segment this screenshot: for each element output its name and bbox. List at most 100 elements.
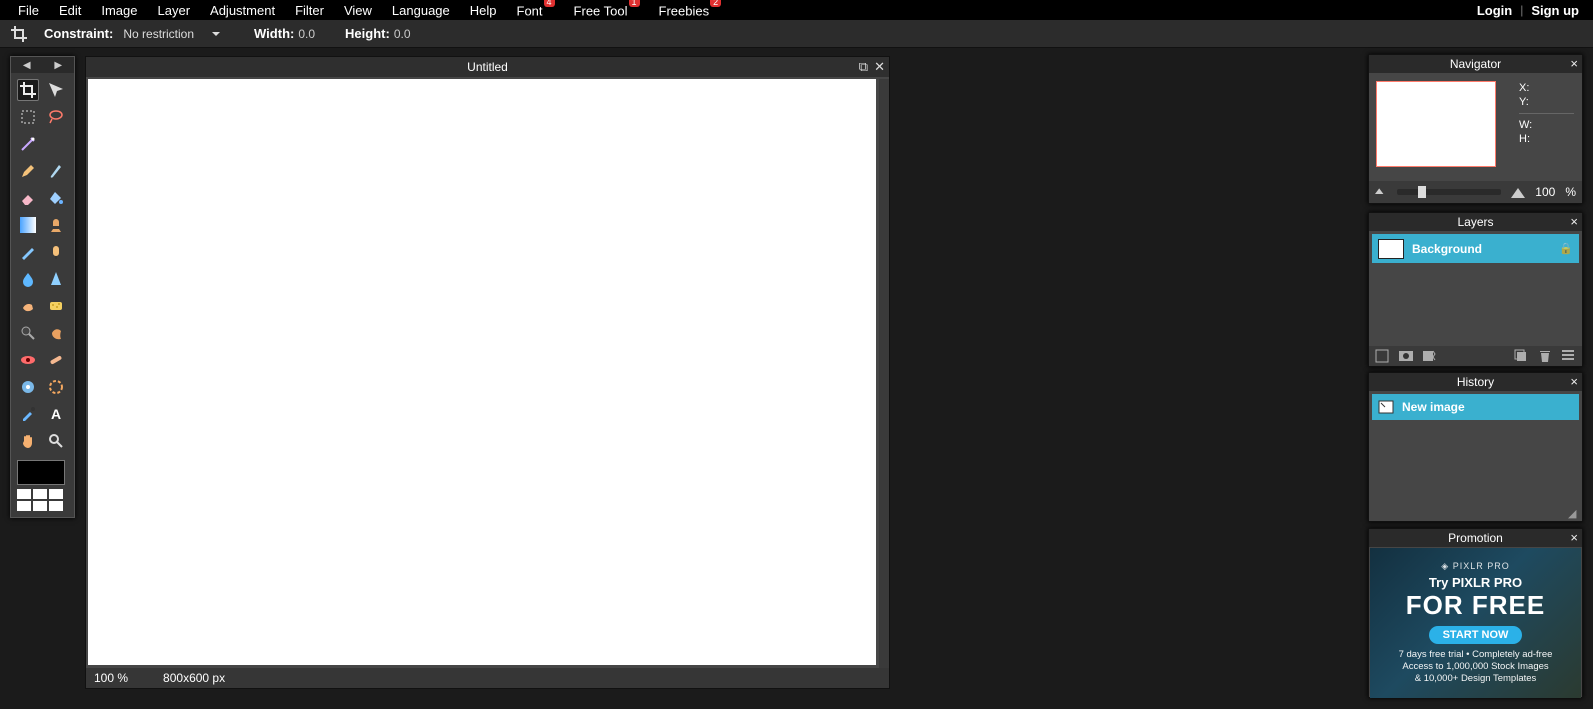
colorpicker-tool[interactable] bbox=[17, 403, 39, 425]
constraint-label: Constraint: bbox=[44, 26, 113, 41]
history-item[interactable]: New image bbox=[1372, 394, 1579, 420]
width-field[interactable]: 0.0 bbox=[298, 27, 315, 41]
height-field[interactable]: 0.0 bbox=[394, 27, 411, 41]
signup-link[interactable]: Sign up bbox=[1525, 3, 1585, 18]
sponge-tool[interactable] bbox=[45, 295, 67, 317]
canvas-dimensions: 800x600 px bbox=[163, 671, 225, 685]
trash-icon[interactable] bbox=[1538, 349, 1552, 363]
maximize-icon[interactable]: ⧉ bbox=[859, 59, 868, 75]
canvas-titlebar[interactable]: Untitled ⧉ ✕ bbox=[86, 57, 889, 77]
zoom-value: 100 bbox=[94, 671, 114, 685]
ad-line2: FOR FREE bbox=[1406, 590, 1545, 621]
panel-title: Layers bbox=[1457, 215, 1493, 229]
menu-edit[interactable]: Edit bbox=[49, 3, 91, 18]
separator: | bbox=[1518, 3, 1525, 17]
dodge-tool[interactable] bbox=[17, 322, 39, 344]
panel-title: Promotion bbox=[1448, 531, 1503, 545]
menu-filter[interactable]: Filter bbox=[285, 3, 334, 18]
smudge-tool[interactable] bbox=[17, 295, 39, 317]
menu-free-tool[interactable]: Free Tool1 bbox=[564, 2, 649, 18]
sharpen-tool[interactable] bbox=[45, 268, 67, 290]
toolbox-header[interactable]: ◀▶ bbox=[11, 57, 74, 73]
navigator-preview[interactable] bbox=[1376, 81, 1496, 167]
color-swatches[interactable] bbox=[17, 489, 68, 511]
eraser-tool[interactable] bbox=[17, 187, 39, 209]
zoom-slider[interactable] bbox=[1397, 189, 1501, 195]
menu-layer[interactable]: Layer bbox=[148, 3, 201, 18]
options-bar: Constraint: No restriction Width: 0.0 He… bbox=[0, 20, 1593, 48]
gradient-tool[interactable] bbox=[17, 214, 39, 236]
ad-small-1: 7 days free trial • Completely ad-free bbox=[1399, 649, 1553, 661]
close-icon[interactable]: ✕ bbox=[874, 59, 885, 75]
mask-icon[interactable] bbox=[1399, 349, 1413, 363]
menu-help[interactable]: Help bbox=[460, 3, 507, 18]
bloat-tool[interactable] bbox=[17, 376, 39, 398]
new-layer-icon[interactable] bbox=[1375, 349, 1389, 363]
layer-name: Background bbox=[1412, 242, 1482, 256]
badge: 1 bbox=[629, 0, 640, 7]
height-label: Height: bbox=[345, 26, 390, 41]
brush-tool[interactable] bbox=[45, 160, 67, 182]
panel-title: History bbox=[1457, 375, 1494, 389]
color-replace-tool[interactable] bbox=[17, 241, 39, 263]
badge: 4 bbox=[544, 0, 555, 7]
promotion-ad[interactable]: ◈ PIXLR PRO Try PIXLR PRO FOR FREE START… bbox=[1370, 548, 1581, 698]
lock-icon[interactable]: 🔒 bbox=[1559, 242, 1573, 255]
zoom-in-icon[interactable] bbox=[1511, 186, 1525, 198]
wand-tool[interactable] bbox=[17, 133, 39, 155]
menu-adjustment[interactable]: Adjustment bbox=[200, 3, 285, 18]
layer-fx-icon[interactable] bbox=[1423, 349, 1437, 363]
new-image-icon bbox=[1378, 400, 1394, 414]
close-icon[interactable]: × bbox=[1570, 530, 1578, 545]
type-tool[interactable]: A bbox=[45, 403, 67, 425]
close-icon[interactable]: × bbox=[1570, 374, 1578, 389]
clone-stamp-tool[interactable] bbox=[45, 214, 67, 236]
canvas-statusbar: 100 % 800x600 px bbox=[86, 668, 889, 688]
vertical-scrollbar[interactable] bbox=[879, 79, 889, 668]
ad-line1: Try PIXLR PRO bbox=[1429, 575, 1522, 590]
svg-text:A: A bbox=[51, 406, 61, 422]
duplicate-icon[interactable] bbox=[1514, 349, 1528, 363]
layer-item[interactable]: Background 🔒 bbox=[1372, 234, 1579, 263]
burn-tool[interactable] bbox=[45, 322, 67, 344]
ad-cta-button[interactable]: START NOW bbox=[1429, 626, 1523, 644]
bucket-tool[interactable] bbox=[45, 187, 67, 209]
lasso-tool[interactable] bbox=[45, 106, 67, 128]
ad-brand: ◈ PIXLR PRO bbox=[1441, 561, 1509, 572]
menu-file[interactable]: File bbox=[8, 3, 49, 18]
menu-image[interactable]: Image bbox=[91, 3, 147, 18]
constraint-dropdown[interactable]: No restriction bbox=[117, 25, 224, 43]
badge: 2 bbox=[710, 0, 721, 7]
redeye-tool[interactable] bbox=[17, 349, 39, 371]
canvas-title: Untitled bbox=[467, 60, 508, 74]
menu-view[interactable]: View bbox=[334, 3, 382, 18]
menu-freebies[interactable]: Freebies2 bbox=[649, 2, 731, 18]
pencil-tool[interactable] bbox=[17, 160, 39, 182]
navigator-coords: X: Y: W: H: bbox=[1519, 81, 1574, 146]
promotion-panel: Promotion × ◈ PIXLR PRO Try PIXLR PRO FOR… bbox=[1368, 528, 1583, 698]
marquee-tool[interactable] bbox=[17, 106, 39, 128]
close-icon[interactable]: × bbox=[1570, 56, 1578, 71]
pinch-tool[interactable] bbox=[45, 376, 67, 398]
resize-grip[interactable]: ◢ bbox=[1568, 507, 1580, 519]
blur-tool[interactable] bbox=[17, 268, 39, 290]
spot-heal-tool[interactable] bbox=[45, 349, 67, 371]
menu-bar: File Edit Image Layer Adjustment Filter … bbox=[0, 0, 1593, 20]
crop-icon bbox=[8, 23, 30, 45]
menu-icon[interactable] bbox=[1562, 349, 1576, 363]
layers-panel: Layers × Background 🔒 bbox=[1368, 212, 1583, 367]
close-icon[interactable]: × bbox=[1570, 214, 1578, 229]
menu-language[interactable]: Language bbox=[382, 3, 460, 18]
drawing-tool[interactable] bbox=[45, 241, 67, 263]
canvas[interactable] bbox=[88, 79, 876, 665]
history-panel: History × New image ◢ bbox=[1368, 372, 1583, 522]
hand-tool[interactable] bbox=[17, 430, 39, 452]
zoom-tool[interactable] bbox=[45, 430, 67, 452]
move-tool[interactable] bbox=[45, 79, 67, 101]
login-link[interactable]: Login bbox=[1471, 3, 1518, 18]
crop-tool[interactable] bbox=[17, 79, 39, 101]
foreground-color[interactable] bbox=[17, 460, 65, 485]
menu-font[interactable]: Font4 bbox=[507, 2, 564, 18]
width-label: Width: bbox=[254, 26, 294, 41]
zoom-out-icon[interactable] bbox=[1375, 187, 1387, 197]
